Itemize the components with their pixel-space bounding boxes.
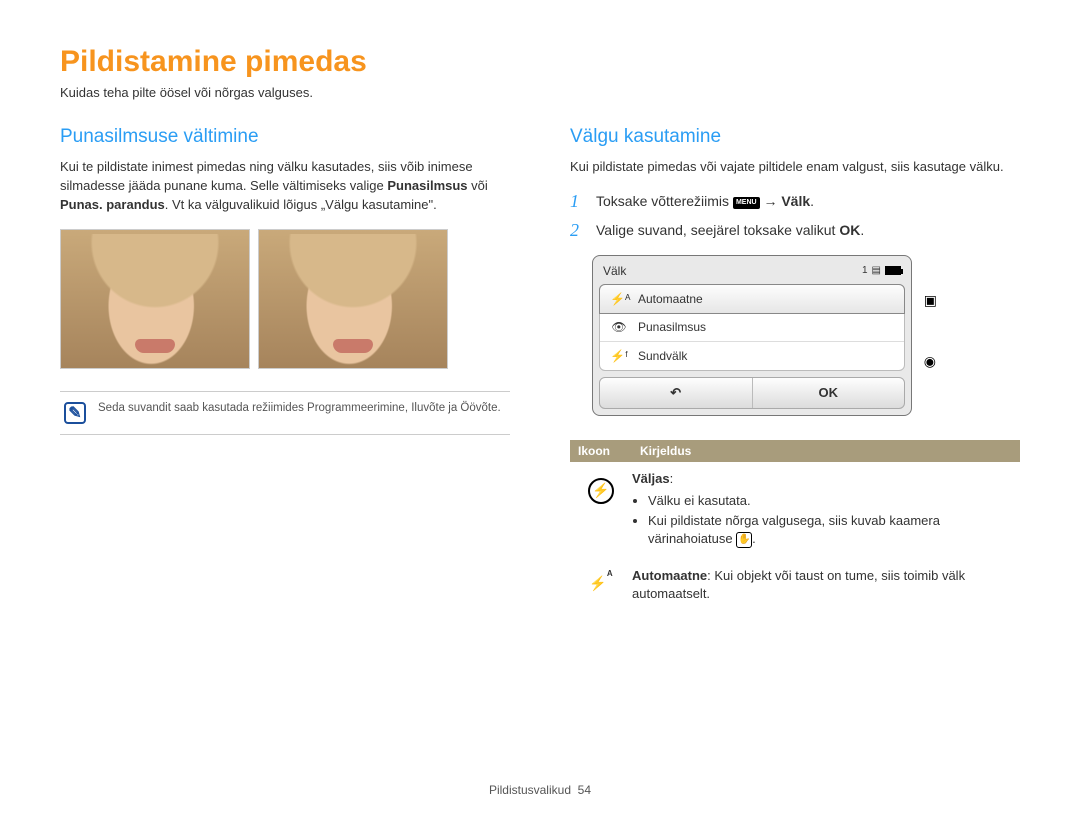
flash-off-icon: ⚡ xyxy=(588,478,614,504)
menu-item-fillflash[interactable]: ⚡ᶠ Sundvälk xyxy=(600,342,904,370)
back-button[interactable]: ↶ xyxy=(600,378,753,408)
flash-auto-icon: ⚡ᴬ xyxy=(610,292,628,306)
ok-inline-icon: OK xyxy=(839,222,860,238)
example-photos xyxy=(60,229,510,369)
redeye-paragraph: Kui te pildistate inimest pimedas ning v… xyxy=(60,158,510,215)
table-row: ⚡A Automaatne: Kui objekt või taust on t… xyxy=(570,559,1020,611)
step-1: 1 Toksake võtterežiimis MENU → Välk. xyxy=(570,191,1020,212)
fillflash-icon: ⚡ᶠ xyxy=(610,349,628,363)
shake-warning-icon: ✋ xyxy=(736,532,752,548)
left-column: Punasilmsuse vältimine Kui te pildistate… xyxy=(60,126,510,611)
redeye-icon: 👁 xyxy=(610,320,628,334)
photo-mode-icon: ▣ xyxy=(924,292,937,309)
battery-icon xyxy=(885,266,901,275)
table-header-icon: Ikoon xyxy=(570,440,632,462)
menu-title: Välk xyxy=(603,264,626,278)
menu-icon: MENU xyxy=(733,197,760,209)
menu-item-auto[interactable]: ⚡ᴬ Automaatne xyxy=(599,284,905,314)
menu-page-count: 1 xyxy=(862,265,868,276)
table-row: ⚡ Väljas: Välku ei kasutata. Kui pildist… xyxy=(570,462,1020,559)
section-heading-redeye: Punasilmsuse vältimine xyxy=(60,126,510,148)
table-header-desc: Kirjeldus xyxy=(632,440,1020,462)
photo-corrected xyxy=(258,229,448,369)
photo-redeye xyxy=(60,229,250,369)
page-footer: Pildistusvalikud 54 xyxy=(0,783,1080,797)
page-title: Pildistamine pimedas xyxy=(60,45,1020,79)
menu-item-label: Automaatne xyxy=(638,292,703,306)
eye-icon: ◉ xyxy=(924,353,937,370)
card-icon: ▤ xyxy=(872,265,881,276)
flash-intro: Kui pildistate pimedas või vajate piltid… xyxy=(570,158,1020,177)
note-box: ✎ Seda suvandit saab kasutada režiimides… xyxy=(60,391,510,435)
menu-item-label: Punasilmsus xyxy=(638,320,706,334)
right-column: Välgu kasutamine Kui pildistate pimedas … xyxy=(570,126,1020,611)
note-icon: ✎ xyxy=(64,402,86,424)
icon-table: Ikoon Kirjeldus ⚡ Väljas: Välku ei kasut… xyxy=(570,440,1020,611)
menu-item-redeye[interactable]: 👁 Punasilmsus xyxy=(600,313,904,342)
ok-button[interactable]: OK xyxy=(753,378,905,408)
desc-bullet: Kui pildistate nõrga valgusega, siis kuv… xyxy=(648,512,1020,548)
step-number: 2 xyxy=(570,220,586,241)
step-2: 2 Valige suvand, seejärel toksake valiku… xyxy=(570,220,1020,241)
camera-menu-screenshot: Välk 1 ▤ ▣ ◉ ⚡ᴬ Automaatne 👁 Punasilmsu xyxy=(592,255,912,416)
flash-auto-icon: ⚡A xyxy=(589,575,612,592)
section-heading-flash: Välgu kasutamine xyxy=(570,126,1020,148)
menu-item-label: Sundvälk xyxy=(638,349,687,363)
page-subtitle: Kuidas teha pilte öösel või nõrgas valgu… xyxy=(60,85,1020,100)
note-text: Seda suvandit saab kasutada režiimides P… xyxy=(98,402,501,424)
menu-list: ⚡ᴬ Automaatne 👁 Punasilmsus ⚡ᶠ Sundvälk xyxy=(599,284,905,371)
desc-bullet: Välku ei kasutata. xyxy=(648,492,1020,510)
step-number: 1 xyxy=(570,191,586,212)
